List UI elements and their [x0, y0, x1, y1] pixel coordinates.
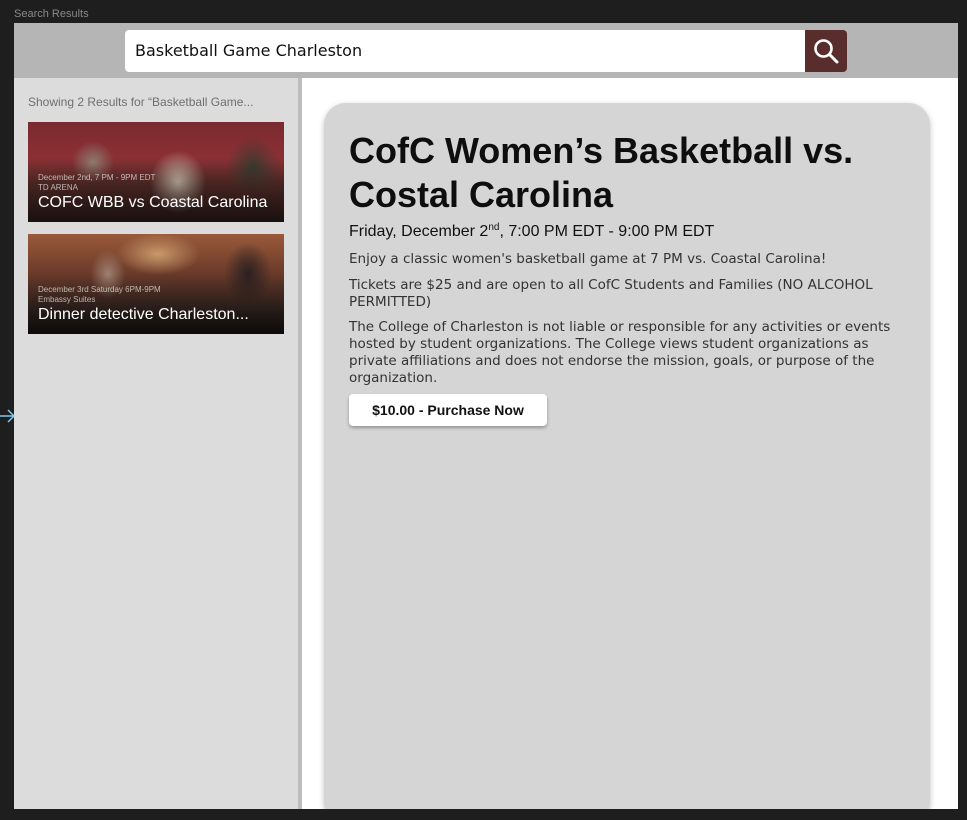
search-icon [814, 39, 839, 64]
event-ticket-info: Tickets are $25 and are open to all CofC… [349, 277, 873, 310]
result-card[interactable]: December 3rd Saturday 6PM-9PM Embassy Su… [28, 234, 284, 334]
search-button[interactable] [805, 30, 847, 72]
event-time-range: , 7:00 PM EDT - 9:00 PM EDT [499, 223, 715, 240]
result-venue: Embassy Suites [38, 295, 96, 304]
frame-label: Search Results [14, 8, 89, 20]
search-bar: Basketball Game Charleston [14, 23, 958, 78]
event-date-ordinal: nd [488, 222, 500, 233]
search-results-screen: Basketball Game Charleston Showing 2 Res… [14, 23, 958, 809]
event-description: Enjoy a classic women's basketball game … [349, 251, 827, 267]
result-date: December 3rd Saturday 6PM-9PM [38, 285, 161, 294]
search-input[interactable]: Basketball Game Charleston [125, 30, 805, 72]
results-sidebar: Showing 2 Results for “Basketball Game..… [14, 78, 298, 809]
results-summary: Showing 2 Results for “Basketball Game..… [28, 95, 254, 109]
event-disclaimer: The College of Charleston is not liable … [349, 319, 891, 386]
thumbnail-overlay [28, 274, 284, 334]
event-detail-panel: CofC Women’s Basketball vs. Costal Carol… [302, 78, 958, 809]
thumbnail-overlay [28, 162, 284, 222]
result-venue: TD ARENA [38, 183, 79, 192]
result-date: December 2nd, 7 PM - 9PM EDT [38, 173, 156, 182]
event-title: CofC Women’s Basketball vs. Costal Carol… [349, 130, 854, 215]
result-card[interactable]: December 2nd, 7 PM - 9PM EDT TD ARENA CO… [28, 122, 284, 222]
event-date: Friday, December 2 [349, 223, 489, 240]
event-detail-card: CofC Women’s Basketball vs. Costal Carol… [324, 103, 930, 809]
purchase-button[interactable]: $10.00 - Purchase Now [349, 394, 547, 426]
result-title: COFC WBB vs Coastal Carolina [38, 194, 268, 211]
result-title: Dinner detective Charleston... [38, 306, 249, 323]
event-datetime: Friday, December 2nd, 7:00 PM EDT - 9:00… [349, 223, 714, 241]
